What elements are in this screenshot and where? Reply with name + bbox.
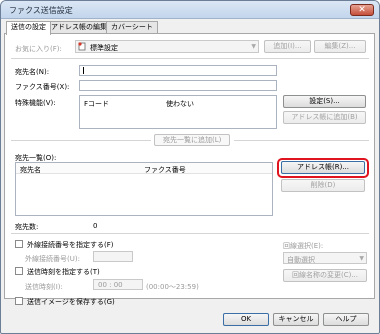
- save-image-checkbox[interactable]: [15, 297, 23, 305]
- close-icon: ✕: [358, 5, 366, 15]
- address-book-button[interactable]: アドレス帳(R)...: [281, 161, 365, 174]
- recipient-name-label: 宛先名(N):: [15, 68, 50, 76]
- send-time-input[interactable]: 00 : 00: [93, 279, 143, 290]
- recipient-count-value: 0: [93, 222, 98, 230]
- fax-number-input[interactable]: [79, 80, 277, 91]
- special-function-label: 特殊機能(V):: [15, 99, 56, 107]
- line-select[interactable]: 自動選択 ▼: [283, 252, 367, 264]
- text-caret: [83, 67, 84, 74]
- help-button[interactable]: ヘルプ: [323, 313, 369, 326]
- send-time-check-label[interactable]: 送信時刻を指定する(T): [27, 267, 100, 277]
- tab-send-settings[interactable]: 送信の設定: [6, 21, 51, 35]
- separator: [11, 233, 369, 234]
- separator: [234, 140, 369, 141]
- outside-line-number-label: 外線接続番号(U):: [25, 255, 80, 263]
- favorite-doc-icon: [78, 42, 86, 51]
- fax-settings-dialog: ファクス送信設定 ✕ 送信の設定 アドレス帳の編集 カバーシート お気に入り(F…: [0, 0, 380, 334]
- delete-button[interactable]: 削除(D): [281, 179, 365, 192]
- outside-line-checkbox[interactable]: [15, 240, 23, 248]
- save-image-check-label[interactable]: 送信イメージを保存する(G): [27, 297, 115, 307]
- ok-button[interactable]: OK: [223, 313, 269, 326]
- separator: [11, 58, 369, 59]
- cancel-button[interactable]: キャンセル: [273, 313, 319, 326]
- change-line-name-button[interactable]: 回線名称の変更(C)...: [283, 269, 367, 282]
- separator: [11, 140, 151, 141]
- special-function-list[interactable]: Fコード 使わない: [79, 95, 277, 129]
- window-title: ファクス送信設定: [9, 6, 73, 15]
- column-header-fax-number[interactable]: ファクス番号: [144, 165, 186, 175]
- favorites-value: 標準設定: [90, 44, 118, 52]
- add-to-recipient-list-button[interactable]: 宛先一覧に追加(L): [154, 134, 231, 146]
- recipient-count-label: 宛先数:: [15, 223, 39, 231]
- column-header-name[interactable]: 宛先名: [20, 165, 41, 175]
- line-select-label: 回線選択(E):: [283, 242, 324, 250]
- recipient-list-header: 宛先名 ファクス番号: [16, 163, 272, 174]
- chevron-down-icon: ▼: [359, 255, 364, 262]
- send-time-checkbox[interactable]: [15, 267, 23, 275]
- send-time-range: (00:00〜23:59): [146, 283, 199, 291]
- title-bar: ファクス送信設定 ✕: [1, 1, 379, 19]
- recipient-name-input[interactable]: [79, 65, 277, 76]
- send-time-value: 00 : 00: [98, 281, 123, 289]
- line-select-value: 自動選択: [287, 256, 315, 264]
- add-to-address-book-button[interactable]: アドレス帳に追加(B): [283, 111, 366, 124]
- settings-button[interactable]: 設定(S)...: [283, 95, 366, 108]
- favorites-label: お気に入り(F):: [15, 45, 62, 53]
- outside-line-check-label[interactable]: 外線接続番号を指定する(F): [27, 240, 114, 250]
- favorites-edit-button[interactable]: 編集(Z)...: [314, 40, 366, 53]
- chevron-down-icon: ▼: [251, 43, 256, 50]
- send-time-label: 送信時刻(I):: [25, 283, 63, 291]
- special-function-value: 使わない: [166, 100, 194, 108]
- fax-number-label: ファクス番号(X):: [15, 83, 70, 91]
- special-function-name: Fコード: [84, 100, 110, 108]
- favorites-add-button[interactable]: 追加(I)...: [264, 40, 311, 53]
- outside-line-number-input[interactable]: [93, 251, 133, 262]
- favorites-select[interactable]: 標準設定 ▼: [75, 40, 259, 53]
- close-button[interactable]: ✕: [350, 4, 374, 16]
- recipient-list[interactable]: 宛先名 ファクス番号: [15, 162, 273, 216]
